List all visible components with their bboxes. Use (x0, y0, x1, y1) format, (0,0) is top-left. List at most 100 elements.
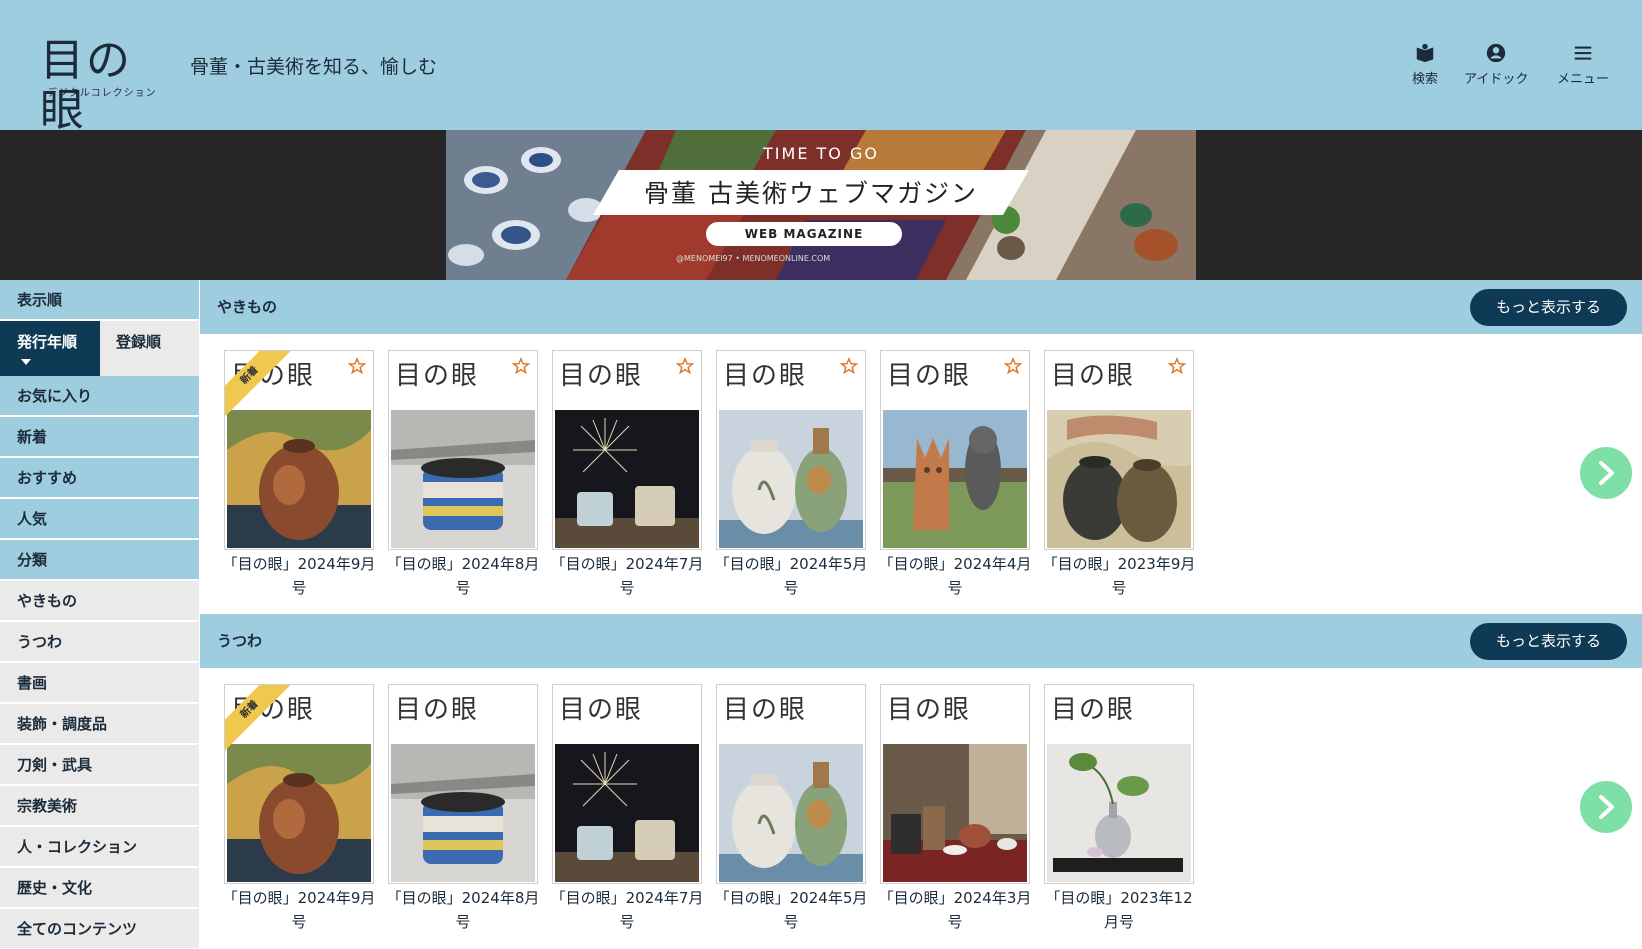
chevron-right-icon (1599, 795, 1614, 819)
cover-image (391, 410, 535, 548)
magazine-cover[interactable]: 目の眼 (1044, 684, 1194, 884)
magazine-cover[interactable]: 目の眼 新着 (224, 350, 374, 550)
magazine-cover[interactable]: 目の眼 新着 (224, 684, 374, 884)
magazine-cover[interactable]: 目の眼 (1044, 350, 1194, 550)
magazine-caption[interactable]: 「目の眼」2024年7月号 (546, 886, 708, 934)
magazine-caption[interactable]: 「目の眼」2024年7月号 (546, 552, 708, 600)
sort-by-issue-date-label: 発行年順 (17, 333, 78, 351)
sidebar-item-history[interactable]: 歴史・文化 (0, 868, 199, 908)
cover-image (227, 410, 371, 548)
cover-logo: 目の眼 (887, 695, 972, 725)
sort-by-registration-label: 登録順 (116, 333, 162, 351)
cover-logo: 目の眼 (395, 695, 480, 725)
cover-image (719, 744, 863, 882)
magazine-caption[interactable]: 「目の眼」2024年8月号 (382, 886, 544, 934)
sidebar-item-swords[interactable]: 刀剣・武具 (0, 745, 199, 785)
cover-image (883, 744, 1027, 882)
cover-image (555, 410, 699, 548)
sidebar-item-calligraphy[interactable]: 書画 (0, 663, 199, 703)
logo-subtitle: デジタルコレクション (47, 88, 157, 99)
favorite-star-icon[interactable] (840, 357, 858, 375)
menu-nav-button[interactable]: メニュー (1557, 42, 1609, 87)
show-more-button[interactable]: もっと表示する (1470, 623, 1627, 660)
cover-logo: 目の眼 (1051, 361, 1136, 391)
magazine-caption[interactable]: 「目の眼」2024年5月号 (710, 552, 872, 600)
cover-logo: 目の眼 (723, 361, 808, 391)
banner-title: 骨董 古美術ウェブマガジン (644, 179, 978, 208)
cover-image (555, 744, 699, 882)
cover-image (391, 744, 535, 882)
magazine-cover[interactable]: 目の眼 (552, 684, 702, 884)
cover-image (883, 410, 1027, 548)
search-nav-button[interactable]: 検索 (1412, 42, 1438, 87)
search-nav-label: 検索 (1412, 72, 1439, 87)
cover-logo: 目の眼 (559, 695, 644, 725)
carousel-next-button[interactable] (1580, 781, 1632, 833)
sidebar-item-decor[interactable]: 装飾・調度品 (0, 704, 199, 744)
sidebar-item-recommended[interactable]: おすすめ (0, 458, 199, 498)
magazine-cover[interactable]: 目の眼 (716, 684, 866, 884)
section-header: やきもの もっと表示する (200, 280, 1642, 334)
favorite-star-icon[interactable] (512, 357, 530, 375)
cover-image (227, 744, 371, 882)
banner-kicker: TIME TO GO (763, 144, 879, 163)
sidebar-item-ceramics[interactable]: やきもの (0, 581, 199, 621)
sidebar-item-category[interactable]: 分類 (0, 540, 199, 580)
site-tagline: 骨董・古美術を知る、愉しむ (190, 56, 438, 78)
sidebar-item-people[interactable]: 人・コレクション (0, 827, 199, 867)
section-title: うつわ (217, 632, 263, 650)
magazine-caption[interactable]: 「目の眼」2023年12月号 (1038, 886, 1200, 934)
sort-caret-icon (21, 359, 31, 365)
banner-pill: WEB MAGAZINE (706, 222, 902, 246)
site-header: 目の眼 デジタルコレクション 骨董・古美術を知る、愉しむ 検索 アイドック メニ… (0, 0, 1642, 136)
favorite-star-icon[interactable] (676, 357, 694, 375)
sidebar-item-religious-art[interactable]: 宗教美術 (0, 786, 199, 826)
magazine-caption[interactable]: 「目の眼」2024年5月号 (710, 886, 872, 934)
carousel-next-button[interactable] (1580, 447, 1632, 499)
favorite-star-icon[interactable] (1004, 357, 1022, 375)
sort-by-issue-date[interactable]: 発行年順 (0, 321, 100, 376)
favorite-star-icon[interactable] (1168, 357, 1186, 375)
sort-heading: 表示順 (0, 280, 199, 320)
book-search-icon (1416, 43, 1434, 63)
magazine-caption[interactable]: 「目の眼」2024年8月号 (382, 552, 544, 600)
web-magazine-banner[interactable]: TIME TO GO 骨董 古美術ウェブマガジン WEB MAGAZINE @M… (446, 130, 1196, 280)
cover-logo: 目の眼 (723, 695, 808, 725)
cover-image (1047, 744, 1191, 882)
magazine-caption[interactable]: 「目の眼」2024年3月号 (874, 886, 1036, 934)
magazine-caption[interactable]: 「目の眼」2024年9月号 (218, 552, 380, 600)
account-icon (1487, 43, 1506, 63)
sidebar: 表示順 発行年順 登録順 お気に入り 新着 おすすめ 人気 分類 やきもの うつ… (0, 280, 199, 949)
sidebar-item-all-contents[interactable]: 全てのコンテンツ (0, 909, 199, 949)
magazine-cover[interactable]: 目の眼 (388, 350, 538, 550)
cover-image (1047, 410, 1191, 548)
magazine-cover[interactable]: 目の眼 (880, 350, 1030, 550)
sidebar-item-tableware[interactable]: うつわ (0, 622, 199, 662)
cover-logo: 目の眼 (887, 361, 972, 391)
sidebar-item-new[interactable]: 新着 (0, 417, 199, 457)
favorite-star-icon[interactable] (348, 357, 366, 375)
cover-image (719, 410, 863, 548)
magazine-caption[interactable]: 「目の眼」2024年9月号 (218, 886, 380, 934)
magazine-cover[interactable]: 目の眼 (716, 350, 866, 550)
magazine-cover[interactable]: 目の眼 (880, 684, 1030, 884)
magazine-cover[interactable]: 目の眼 (552, 350, 702, 550)
sidebar-item-favorites[interactable]: お気に入り (0, 376, 199, 416)
magazine-caption[interactable]: 「目の眼」2024年4月号 (874, 552, 1036, 600)
magazine-caption[interactable]: 「目の眼」2023年9月号 (1038, 552, 1200, 600)
section-header: うつわ もっと表示する (200, 614, 1642, 668)
sort-by-registration[interactable]: 登録順 (100, 321, 199, 376)
section-title: やきもの (217, 298, 278, 316)
show-more-button[interactable]: もっと表示する (1470, 289, 1627, 326)
cover-logo: 目の眼 (1051, 695, 1136, 725)
magazine-cover[interactable]: 目の眼 (388, 684, 538, 884)
cover-logo: 目の眼 (559, 361, 644, 391)
cover-logo: 目の眼 (395, 361, 480, 391)
chevron-right-icon (1599, 461, 1614, 485)
banner-small-text: @MENOMEI97 • MENOMEONLINE.COM (676, 254, 831, 263)
site-logo[interactable]: 目の眼 デジタルコレクション (40, 36, 165, 136)
menu-nav-label: メニュー (1557, 72, 1610, 87)
hamburger-menu-icon (1574, 46, 1592, 60)
account-nav-button[interactable]: アイドック (1464, 42, 1528, 87)
sidebar-item-popular[interactable]: 人気 (0, 499, 199, 539)
